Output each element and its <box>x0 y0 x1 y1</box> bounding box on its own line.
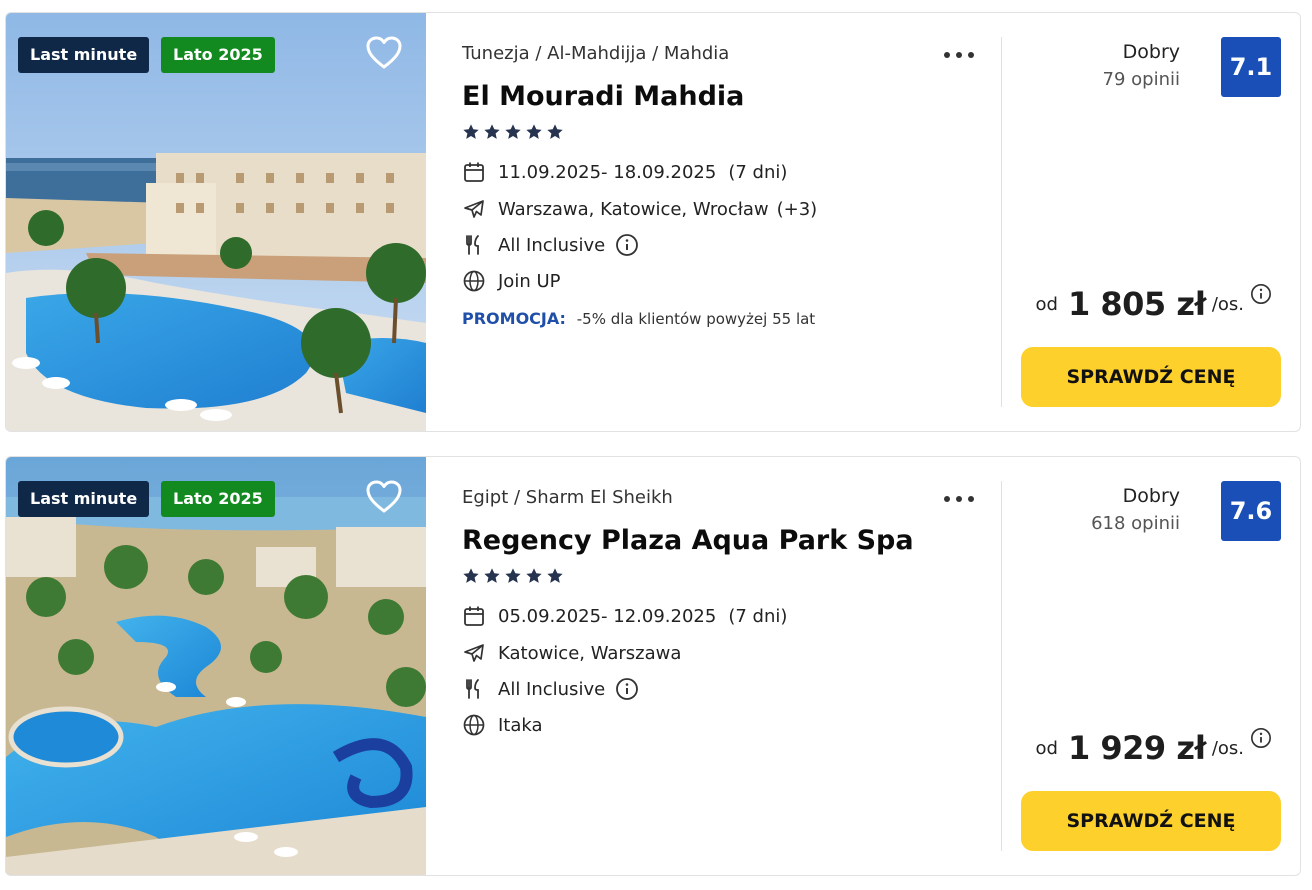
star-icon <box>547 124 563 139</box>
price: od 1 805 zł /os. <box>1036 275 1272 323</box>
promo-label: PROMOCJA: <box>462 309 566 328</box>
plane-icon <box>464 200 484 218</box>
hotel-resort-image <box>6 13 426 431</box>
star-rating <box>462 123 564 143</box>
offer-info: Egipt / Sharm El Sheikh Regency Plaza Aq… <box>462 457 1002 875</box>
hotel-photo[interactable]: Last minute Lato 2025 <box>6 457 426 875</box>
dates-row: 05.09.2025- 12.09.2025 (7 dni) <box>462 603 787 629</box>
badge-season: Lato 2025 <box>161 481 275 517</box>
star-icon <box>484 124 500 139</box>
rating-label: Dobry <box>1122 41 1180 63</box>
board-row: All Inclusive <box>462 676 639 702</box>
plane-icon <box>464 644 484 662</box>
reviews-count[interactable]: 618 opinii <box>1091 513 1180 534</box>
globe-icon <box>463 714 485 736</box>
heart-outline-icon[interactable] <box>364 477 404 517</box>
reviews-count[interactable]: 79 opinii <box>1103 69 1180 90</box>
operator-text: Itaka <box>498 714 543 736</box>
hotel-photo[interactable]: Last minute Lato 2025 <box>6 13 426 431</box>
badge-last-minute: Last minute <box>18 481 150 517</box>
star-icon <box>463 568 479 583</box>
check-price-button[interactable]: SPRAWDŹ CENĘ <box>1021 791 1281 851</box>
promo-text: -5% dla klientów powyżej 55 lat <box>576 310 816 328</box>
more-dots-icon[interactable] <box>942 489 976 509</box>
price-prefix: od <box>1035 738 1058 759</box>
breadcrumb-location[interactable]: Egipt / Sharm El Sheikh <box>462 487 673 508</box>
offer-card[interactable]: Last minute Lato 2025 Tunezja / Al-Mahdi… <box>5 12 1301 432</box>
star-icon <box>505 568 521 583</box>
breadcrumb-location[interactable]: Tunezja / Al-Mahdijja / Mahdia <box>462 43 729 64</box>
more-dots-icon[interactable] <box>942 45 976 65</box>
star-icon <box>463 124 479 139</box>
dates-text: 05.09.2025- 12.09.2025 <box>498 605 717 627</box>
price-amount: 1 805 zł <box>1067 285 1206 323</box>
operator-row: Join UP <box>462 268 560 294</box>
star-icon <box>547 568 563 583</box>
promo: PROMOCJA: -5% dla klientów powyżej 55 la… <box>462 309 815 328</box>
dates-text: 11.09.2025- 18.09.2025 <box>498 161 717 183</box>
board-text: All Inclusive <box>498 234 606 256</box>
info-circle-icon[interactable] <box>615 233 639 257</box>
rating-score-badge: 7.6 <box>1221 481 1281 541</box>
dates-row: 11.09.2025- 18.09.2025 (7 dni) <box>462 159 787 185</box>
aqua-park-image <box>6 457 426 875</box>
departures-text: Warszawa, Katowice, Wrocław <box>498 198 769 220</box>
duration-text: (7 dni) <box>728 161 788 183</box>
star-icon <box>526 124 542 139</box>
cutlery-icon <box>466 235 479 255</box>
operator-text: Join UP <box>498 270 561 292</box>
price-suffix: /os. <box>1211 738 1244 759</box>
rating-label: Dobry <box>1122 485 1180 507</box>
star-icon <box>505 124 521 139</box>
badge-season: Lato 2025 <box>161 37 275 73</box>
heart-outline-icon[interactable] <box>364 33 404 73</box>
departures-text: Katowice, Warszawa <box>498 642 682 664</box>
departures-row: Katowice, Warszawa <box>462 640 681 666</box>
rating-score-badge: 7.1 <box>1221 37 1281 97</box>
info-circle-icon[interactable] <box>615 677 639 701</box>
board-text: All Inclusive <box>498 678 606 700</box>
cutlery-icon <box>466 679 479 699</box>
globe-icon <box>463 270 485 292</box>
offer-info: Tunezja / Al-Mahdijja / Mahdia El Mourad… <box>462 13 1002 431</box>
divider <box>1001 37 1002 407</box>
price: od 1 929 zł /os. <box>1036 719 1272 767</box>
badge-last-minute: Last minute <box>18 37 150 73</box>
check-price-button[interactable]: SPRAWDŹ CENĘ <box>1021 347 1281 407</box>
offer-card[interactable]: Last minute Lato 2025 Egipt / Sharm El S… <box>5 456 1301 876</box>
divider <box>1001 481 1002 851</box>
board-row: All Inclusive <box>462 232 639 258</box>
price-prefix: od <box>1035 294 1058 315</box>
calendar-icon <box>464 606 484 626</box>
info-circle-icon[interactable] <box>1250 283 1272 305</box>
departures-row: Warszawa, Katowice, Wrocław (+3) <box>462 196 817 222</box>
star-icon <box>526 568 542 583</box>
star-rating <box>462 567 564 587</box>
calendar-icon <box>464 162 484 182</box>
hotel-name[interactable]: El Mouradi Mahdia <box>462 81 744 112</box>
price-amount: 1 929 zł <box>1067 729 1206 767</box>
info-circle-icon[interactable] <box>1250 727 1272 749</box>
operator-row: Itaka <box>462 712 543 738</box>
star-icon <box>484 568 500 583</box>
duration-text: (7 dni) <box>728 605 788 627</box>
departures-more[interactable]: (+3) <box>777 199 818 220</box>
hotel-name[interactable]: Regency Plaza Aqua Park Spa <box>462 525 914 556</box>
price-suffix: /os. <box>1211 294 1244 315</box>
